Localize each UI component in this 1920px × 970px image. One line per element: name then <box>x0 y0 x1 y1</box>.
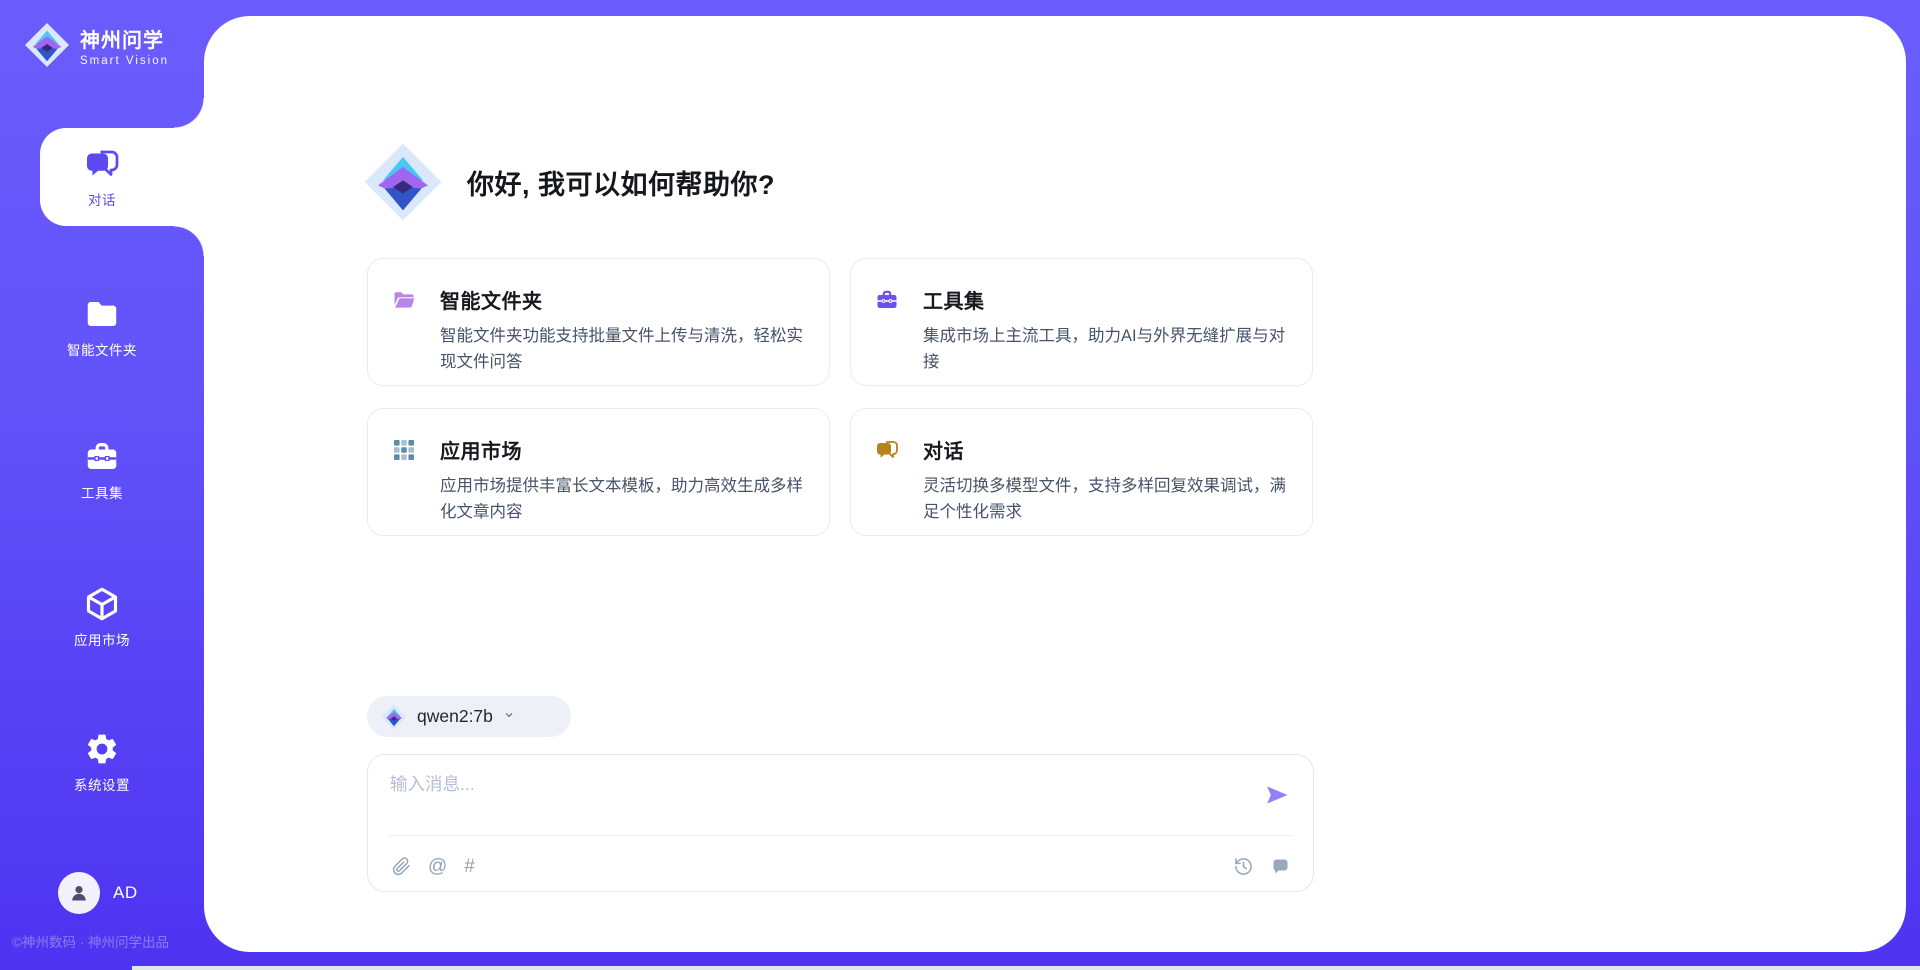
chat-bubbles-icon <box>875 438 899 462</box>
sidebar-item-label: 对话 <box>88 189 116 209</box>
quick-chat-button[interactable] <box>1270 856 1291 877</box>
sidebar-item-smart-folder[interactable]: 智能文件夹 <box>0 282 204 372</box>
brand-logo-block: 神州问学 Smart Vision <box>24 22 169 68</box>
card-title: 智能文件夹 <box>440 285 543 314</box>
sidebar-item-label: 工具集 <box>81 482 123 502</box>
sidebar-item-label: 系统设置 <box>74 774 130 794</box>
card-chat[interactable]: 对话 灵活切换多模型文件，支持多样回复效果调试，满足个性化需求 <box>850 408 1313 536</box>
model-name: qwen2:7b <box>417 706 493 727</box>
feature-cards: 智能文件夹 智能文件夹功能支持批量文件上传与清洗，轻松实现文件问答 工具集 集成… <box>367 258 1313 536</box>
diamond-logo-icon <box>381 704 407 730</box>
user-account[interactable]: AD <box>58 872 138 914</box>
card-smart-folder[interactable]: 智能文件夹 智能文件夹功能支持批量文件上传与清洗，轻松实现文件问答 <box>367 258 830 386</box>
card-app-market[interactable]: 应用市场 应用市场提供丰富长文本模板，助力高效生成多样化文章内容 <box>367 408 830 536</box>
app-window: 神州问学 Smart Vision 对话 智能文件夹 工具集 应用市场 系统设置 <box>0 0 1920 970</box>
sidebar-item-label: 应用市场 <box>74 629 130 649</box>
sidebar-item-chat[interactable]: 对话 <box>0 132 204 222</box>
model-selector[interactable]: qwen2:7b <box>367 696 571 737</box>
diamond-logo-icon <box>363 142 443 222</box>
card-title: 对话 <box>923 435 964 464</box>
card-description: 智能文件夹功能支持批量文件上传与清洗，轻松实现文件问答 <box>440 324 803 375</box>
sidebar: 神州问学 Smart Vision 对话 智能文件夹 工具集 应用市场 系统设置 <box>0 0 204 970</box>
sidebar-item-toolset[interactable]: 工具集 <box>0 425 204 515</box>
paperclip-icon <box>392 857 411 876</box>
card-description: 应用市场提供丰富长文本模板，助力高效生成多样化文章内容 <box>440 474 803 525</box>
card-title: 应用市场 <box>440 435 522 464</box>
greeting-text: 你好, 我可以如何帮助你? <box>467 163 775 202</box>
composer-divider <box>388 835 1293 836</box>
card-description: 集成市场上主流工具，助力AI与外界无缝扩展与对接 <box>923 324 1286 375</box>
person-avatar-icon <box>67 881 91 905</box>
composer-tools-right <box>1217 856 1291 877</box>
brand-name: 神州问学 <box>80 24 169 53</box>
history-clock-icon <box>1233 856 1254 877</box>
history-button[interactable] <box>1233 856 1254 877</box>
paper-plane-icon[interactable] <box>1263 781 1291 809</box>
sidebar-item-label: 智能文件夹 <box>67 339 137 359</box>
diamond-logo-icon <box>24 22 70 68</box>
sidebar-item-settings[interactable]: 系统设置 <box>0 717 204 807</box>
composer-tools-left: @ # <box>392 857 492 876</box>
chevron-down-icon <box>504 710 518 724</box>
hashtag-button[interactable]: # <box>464 857 475 876</box>
card-toolset[interactable]: 工具集 集成市场上主流工具，助力AI与外界无缝扩展与对接 <box>850 258 1313 386</box>
message-composer: @ # <box>367 754 1314 892</box>
user-name: AD <box>113 883 138 903</box>
mention-button[interactable]: @ <box>428 857 447 876</box>
chat-bubbles-icon <box>84 146 120 182</box>
avatar <box>58 872 100 914</box>
pill-curve-bottom <box>174 226 204 256</box>
sidebar-item-app-market[interactable]: 应用市场 <box>0 572 204 662</box>
open-folder-icon <box>392 288 416 312</box>
copyright-footer: ©神州数码 · 神州问学出品 <box>12 931 169 951</box>
window-bottom-edge <box>132 966 1920 970</box>
cube-icon <box>84 586 120 622</box>
greeting-block: 你好, 我可以如何帮助你? <box>363 142 775 222</box>
card-description: 灵活切换多模型文件，支持多样回复效果调试，满足个性化需求 <box>923 474 1286 525</box>
brand-subtitle: Smart Vision <box>80 55 169 67</box>
toolbox-icon <box>875 288 899 312</box>
folder-icon <box>84 296 120 332</box>
pill-curve-top <box>174 98 204 128</box>
gear-icon <box>84 731 120 767</box>
message-input[interactable] <box>390 771 1230 827</box>
toolbox-icon <box>84 439 120 475</box>
chat-bubble-icon <box>1270 856 1291 877</box>
attach-file-button[interactable] <box>392 857 411 876</box>
grid-icon <box>392 438 416 462</box>
card-title: 工具集 <box>923 285 985 314</box>
